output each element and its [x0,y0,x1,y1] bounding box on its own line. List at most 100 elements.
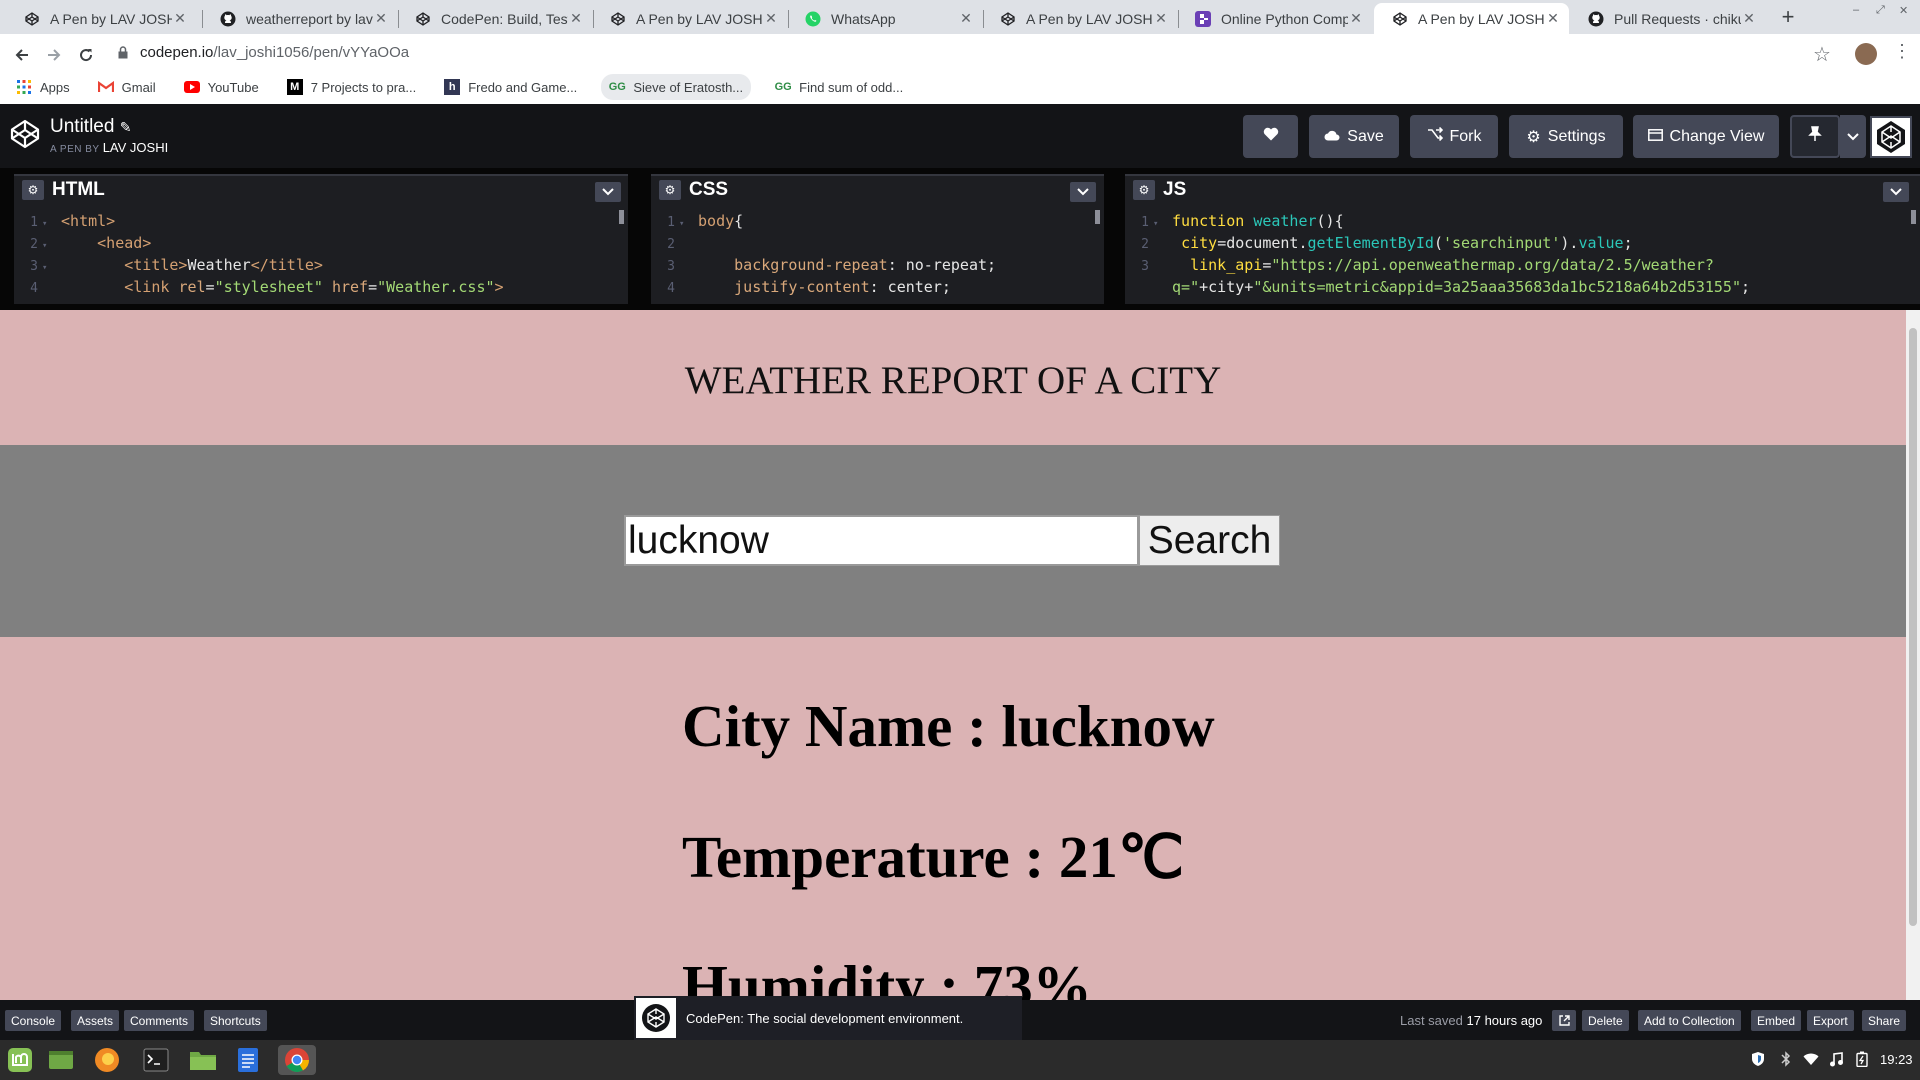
browser-tab[interactable]: Pull Requests · chiku0 ✕ [1570,3,1765,34]
bluetooth-icon[interactable] [1778,1051,1794,1067]
code-line: 2 [667,237,675,252]
js-code[interactable]: 1 ▾ function weather(){ 2 city=document.g… [1125,210,1920,304]
back-icon[interactable] [8,41,36,69]
restore-icon[interactable]: ⤢ [1876,4,1885,17]
add-to-collection-button[interactable]: Add to Collection [1638,1010,1741,1031]
files-icon[interactable] [187,1045,219,1075]
chrome-icon[interactable] [278,1045,316,1075]
mint-menu-icon[interactable] [4,1045,36,1075]
chevron-down-icon[interactable] [1883,182,1909,202]
close-icon[interactable]: ✕ [373,10,389,27]
replit-icon [1195,10,1211,27]
address-bar[interactable]: codepen.io/lav_joshi1056/pen/vYYaOOa [140,44,409,61]
share-button[interactable]: Share [1862,1010,1907,1031]
close-icon[interactable]: ✕ [958,10,974,27]
search-button[interactable]: Search [1139,515,1280,566]
editor-scrollbar[interactable] [619,210,624,224]
preview-scrollbar[interactable] [1906,310,1920,1000]
css-code[interactable]: 1 ▾ body{ 2 3 background-repeat: no-repea… [651,210,1104,304]
codepen-logo-icon[interactable] [9,118,41,155]
clock-text[interactable]: 19:23 [1880,1052,1913,1067]
browser-tab[interactable]: weatherreport by lav-j ✕ [202,3,397,34]
bookmark-youtube[interactable]: YouTube [180,74,263,100]
close-icon[interactable]: ✕ [568,10,584,27]
text-editor-icon[interactable] [232,1045,264,1075]
firefox-icon[interactable] [91,1045,123,1075]
browser-tab-active[interactable]: A Pen by LAV JOSHI ✕ [1374,3,1569,34]
close-icon[interactable]: ✕ [1545,10,1561,27]
close-icon[interactable]: ✕ [172,10,188,27]
edit-pencil-icon[interactable]: ✎ [120,119,132,135]
pin-menu-button[interactable] [1840,115,1866,158]
browser-tab[interactable]: Online Python Compile ✕ [1177,3,1372,34]
battery-icon[interactable] [1854,1051,1870,1067]
gear-icon[interactable]: ⚙ [659,180,681,200]
close-icon[interactable]: ✕ [763,10,779,27]
chevron-down-icon[interactable] [1070,182,1096,202]
close-icon[interactable]: ✕ [1348,10,1364,27]
browser-tab[interactable]: A Pen by LAV JOSHI ✕ [592,3,787,34]
close-icon[interactable]: ✕ [1153,10,1169,27]
geeksforgeeks-icon: GG [774,81,792,93]
search-input[interactable]: lucknow [624,515,1139,566]
scrollbar-thumb[interactable] [1909,328,1917,926]
music-icon[interactable] [1828,1051,1844,1067]
shield-icon[interactable] [1750,1051,1766,1067]
bookmark-medium[interactable]: M 7 Projects to pra... [283,74,421,100]
show-desktop-icon[interactable] [45,1045,77,1075]
forward-icon[interactable] [40,41,68,69]
save-button[interactable]: Save [1309,115,1399,158]
reload-icon[interactable] [72,41,100,69]
tab-title: A Pen by LAV JOSHI [50,10,172,27]
browser-tab[interactable]: CodePen: Build, Test, a ✕ [397,3,592,34]
bookmark-hackerearth[interactable]: h Fredo and Game... [440,74,581,100]
menu-kebab-icon[interactable]: ⋮ [1893,42,1911,60]
chevron-down-icon[interactable] [595,182,621,202]
close-window-icon[interactable]: ✕ [1899,4,1908,17]
user-avatar[interactable] [1870,116,1912,158]
editor-scrollbar[interactable] [1911,210,1916,224]
gear-icon[interactable]: ⚙ [22,180,44,200]
new-tab-button[interactable]: + [1776,6,1800,30]
minimize-icon[interactable]: – [1853,4,1859,16]
bookmark-gfg-odd[interactable]: GG Find sum of odd... [771,74,907,100]
css-editor[interactable]: ⚙ CSS 1 ▾ body{ 2 3 background-repeat: no… [651,174,1104,304]
close-icon[interactable]: ✕ [1741,10,1757,27]
bookmark-label: 7 Projects to pra... [310,79,417,95]
gear-icon[interactable]: ⚙ [1133,180,1155,200]
js-editor[interactable]: ⚙ JS 1 ▾ function weather(){ 2 city=docum… [1125,174,1920,304]
heart-button[interactable] [1243,115,1298,158]
embed-button[interactable]: Embed [1751,1010,1802,1031]
bookmark-gmail[interactable]: Gmail [94,74,160,100]
pin-button[interactable] [1790,115,1840,158]
open-external-icon[interactable] [1552,1010,1576,1031]
browser-tab[interactable]: A Pen by LAV JOSHI ✕ [982,3,1177,34]
author-link[interactable]: LAV JOSHI [103,140,169,155]
change-view-button[interactable]: Change View [1633,115,1779,158]
last-saved-time: 17 hours ago [1466,1013,1543,1028]
terminal-icon[interactable] [140,1045,172,1075]
settings-button[interactable]: ⚙ Settings [1509,115,1623,158]
browser-tab[interactable]: WhatsApp ✕ [787,3,982,34]
delete-button[interactable]: Delete [1582,1010,1629,1031]
bookmark-star-icon[interactable]: ☆ [1813,42,1831,67]
code-line: 3 link_api="https://api.openweathermap.o… [1141,256,1714,274]
pen-title[interactable]: Untitled ✎ [50,116,131,138]
code-line: 4 justify-content: center; [667,278,951,296]
html-editor[interactable]: ⚙ HTML 1 ▾ <html> 2 ▾ <head> 3 ▾ <title>Wea… [14,174,628,304]
console-button[interactable]: Console [5,1010,62,1031]
comments-button[interactable]: Comments [124,1010,195,1031]
shortcuts-button[interactable]: Shortcuts [204,1010,267,1031]
lock-icon[interactable] [118,46,128,64]
html-code[interactable]: 1 ▾ <html> 2 ▾ <head> 3 ▾ <title>Weather</t… [14,210,628,304]
bookmark-apps[interactable]: Apps [12,74,74,100]
export-button[interactable]: Export [1807,1010,1854,1031]
profile-avatar[interactable] [1855,43,1877,65]
bookmark-gfg-sieve[interactable]: GG Sieve of Eratosth... [601,74,752,100]
cloud-icon [1324,128,1340,146]
browser-tab[interactable]: A Pen by LAV JOSHI ✕ [6,3,196,34]
assets-button[interactable]: Assets [71,1010,120,1031]
editor-scrollbar[interactable] [1095,210,1100,224]
wifi-icon[interactable] [1803,1051,1819,1067]
fork-button[interactable]: Fork [1410,115,1498,158]
